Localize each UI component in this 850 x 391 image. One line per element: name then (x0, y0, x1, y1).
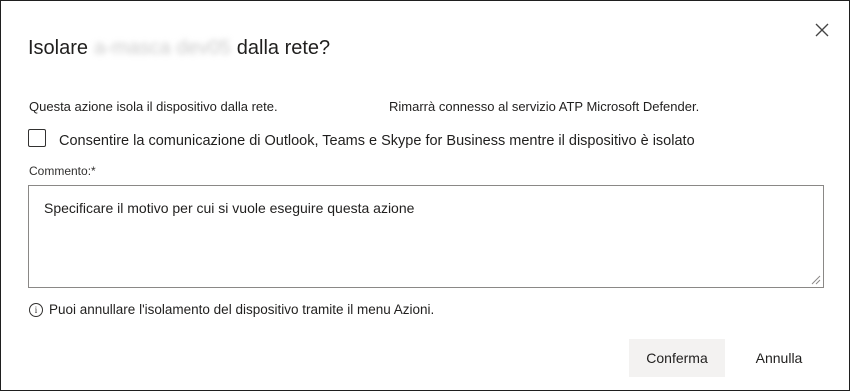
close-icon[interactable] (812, 20, 832, 40)
description-connected: Rimarrà connesso al servizio ATP Microso… (389, 99, 700, 114)
allow-communication-label[interactable]: Consentire la comunicazione di Outlook, … (59, 133, 695, 149)
device-name-redacted: a-masca dev05 (94, 37, 231, 59)
info-icon: i (29, 302, 43, 317)
confirm-button[interactable]: Conferma (629, 339, 725, 377)
cancel-button[interactable]: Annulla (731, 339, 827, 377)
title-prefix: Isolare (28, 37, 89, 59)
isolate-device-dialog: Isolare a-masca dev05 dalla rete? Questa… (0, 0, 850, 391)
title-suffix: dalla rete? (236, 37, 331, 59)
info-text: Puoi annullare l'isolamento del disposit… (49, 302, 435, 317)
description-isolation: Questa azione isola il dispositivo dalla… (29, 99, 278, 114)
dialog-title: Isolare a-masca dev05 dalla rete? (28, 37, 330, 60)
allow-communication-checkbox[interactable] (28, 129, 46, 147)
comment-label: Commento:* (29, 164, 96, 178)
comment-textarea[interactable] (28, 185, 824, 288)
info-row: i Puoi annullare l'isolamento del dispos… (29, 302, 434, 317)
